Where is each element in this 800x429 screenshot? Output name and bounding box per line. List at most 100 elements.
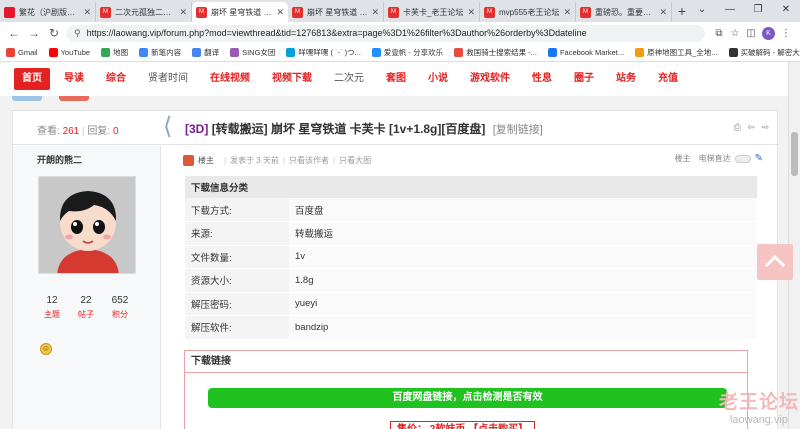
nav-item[interactable]: 首页 — [14, 68, 50, 90]
nav-item[interactable]: 性息 — [524, 68, 560, 90]
author-name[interactable]: 开朗的熊二 — [37, 153, 82, 166]
tab-close-icon[interactable]: ✕ — [371, 7, 379, 18]
nav-item[interactable]: 二次元 — [326, 68, 372, 90]
profile-avatar[interactable]: K — [762, 26, 775, 40]
bookmark-item[interactable]: 原神地图工具_全地... — [635, 47, 718, 58]
bookmark-item[interactable]: 翻译 — [192, 47, 219, 58]
author-stat-value: 22 — [80, 295, 92, 306]
forward-icon[interactable]: → — [26, 26, 42, 40]
translate-icon[interactable]: ⧉ — [711, 28, 727, 39]
nav-item[interactable]: 充值 — [650, 68, 686, 90]
medal-icon[interactable]: ☺ — [40, 343, 52, 355]
author-stat[interactable]: 12 主题 — [35, 295, 69, 320]
watermark-line1: 老王论坛 — [719, 392, 800, 413]
bookmark-item[interactable]: Gmail — [6, 48, 38, 57]
scrollbar-thumb[interactable] — [791, 132, 798, 176]
tab-close-icon[interactable]: ✕ — [563, 7, 571, 18]
bookmark-item[interactable]: 咩嘿咩嘿 ( ˙-˙ )つ... — [286, 47, 361, 58]
avatar[interactable] — [38, 176, 136, 274]
info-value: bandzip — [289, 315, 757, 340]
thread-title-text: [转载搬运] 崩坏 星穹铁道 卡芙卡 [1v+1.8g][百度盘] — [211, 122, 486, 136]
browser-tab[interactable]: Mmvp555老王论坛 ✕ — [480, 2, 576, 22]
bookmark-label: 地图 — [113, 48, 129, 57]
sub-button-blue[interactable] — [12, 96, 42, 101]
nav-item[interactable]: 在线视频 — [202, 68, 258, 90]
reload-icon[interactable]: ↻ — [46, 26, 62, 40]
author-stat-label: 帖子 — [78, 310, 94, 319]
floor-jump-input[interactable] — [734, 154, 751, 163]
close-window-button[interactable]: ✕ — [772, 0, 800, 22]
menu-icon[interactable]: ⋮ — [778, 28, 794, 39]
nav-item[interactable]: 游戏软件 — [462, 68, 518, 90]
avatar-image — [39, 177, 135, 273]
site-watermark: 老王论坛 laowang.vip — [719, 387, 799, 426]
back-to-top-button[interactable] — [757, 244, 793, 280]
tab-close-icon[interactable]: ✕ — [659, 7, 667, 18]
browser-tab[interactable]: M 崩坏 星穹铁道 卡芙卡✕ — [192, 2, 288, 22]
nav-item[interactable]: 视频下载 — [264, 68, 320, 90]
tab-title: 二次元孤独二次元方 — [115, 7, 177, 17]
tab-search-icon[interactable]: ⌄ — [688, 0, 716, 22]
browser-tab-strip: 繁花（沪剧版）20✕M二次元孤独二次元方✕M崩坏 星穹铁道 卡芙卡✕M崩坏 星穹… — [0, 0, 800, 22]
copy-link[interactable]: [复制链接] — [493, 124, 543, 136]
only-author-link[interactable]: 只看该作者 — [289, 155, 329, 166]
info-row: 文件数量: 1v — [185, 245, 757, 269]
bookmark-label: 翻译 — [204, 48, 220, 57]
tab-close-icon[interactable]: ✕ — [467, 7, 475, 18]
browser-tab[interactable]: 繁花（沪剧版）20 ✕ — [0, 2, 96, 22]
author-stat[interactable]: 22 帖子 — [69, 295, 103, 320]
site-info-icon[interactable]: ⚲ — [74, 28, 81, 39]
browser-tab[interactable]: M 卡芙卡_老王论坛 ✕ — [384, 2, 480, 22]
sub-button-red[interactable] — [59, 96, 89, 101]
prev-thread-icon[interactable]: ⇦ — [747, 122, 755, 132]
bookmark-star-icon[interactable]: ☆ — [727, 28, 743, 39]
browser-tab[interactable]: M 二次元孤独二次元方✕ — [96, 2, 192, 22]
thread-title: [3D] [转载搬运] 崩坏 星穹铁道 卡芙卡 [1v+1.8g][百度盘] [… — [185, 120, 543, 137]
nav-item[interactable]: 小说 — [420, 68, 456, 90]
bookmark-item[interactable]: 救国骑士搜索结果 -... — [454, 47, 537, 58]
tab-title: 崩坏 星穹铁道 卡芙卡 — [307, 7, 369, 17]
bookmark-item[interactable]: 新笔内容 — [139, 47, 181, 58]
info-value: 百度盘 — [289, 198, 757, 222]
browser-tab[interactable]: M 崩坏 星穹铁道 卡芙卡✕ — [288, 2, 384, 22]
nav-item[interactable]: 导读 — [56, 68, 92, 90]
browser-tab[interactable]: M 重磅恐。重要资源_6✕ — [576, 2, 672, 22]
nav-item[interactable]: 站务 — [608, 68, 644, 90]
edit-icon[interactable]: ✎ — [755, 153, 763, 164]
print-icon[interactable]: ⎙ — [734, 122, 741, 132]
tab-close-icon[interactable]: ✕ — [83, 7, 91, 18]
views-count: 261 — [62, 126, 80, 137]
bookmark-item[interactable]: SING女团 — [230, 47, 275, 58]
bookmark-item[interactable]: 爱壹帆 - 分享欢乐 — [371, 47, 443, 58]
nav-item[interactable]: 贤者时间 — [140, 68, 196, 90]
minimize-button[interactable]: — — [716, 0, 744, 22]
bookmark-item[interactable]: Facebook Market... — [547, 48, 624, 57]
site-navigation: 首页 导读 综合 贤者时间 在线视频 视频下载 二次元 套图 小说 游戏软件 性息 圈子 站务 充值 — [0, 62, 800, 96]
address-bar[interactable]: ⚲ https://laowang.vip/forum.php?mod=view… — [66, 24, 705, 42]
nav-item[interactable]: 综合 — [98, 68, 134, 90]
tab-close-icon[interactable]: ✕ — [276, 7, 284, 18]
price-buy-button[interactable]: 售价： 2软妹币 【点击购买】 — [390, 421, 536, 429]
author-stat[interactable]: 652 积分 — [103, 295, 137, 320]
nav-item[interactable]: 套图 — [378, 68, 414, 90]
bookmark-item[interactable]: YouTube — [48, 48, 90, 57]
large-image-link[interactable]: 只看大图 — [339, 155, 371, 166]
extensions-icon[interactable]: ◫ — [743, 28, 759, 39]
elevator-link[interactable]: 电梯直达 — [699, 153, 731, 164]
restore-button[interactable]: ❐ — [744, 0, 772, 22]
bookmark-item[interactable]: 买破解码 - 解密大... — [728, 47, 800, 58]
bookmark-item[interactable]: 地图 — [101, 47, 128, 58]
next-thread-icon[interactable]: ⇨ — [761, 122, 769, 132]
sub-bar — [0, 96, 800, 106]
tab-close-icon[interactable]: ✕ — [179, 7, 187, 18]
info-key: 资源大小: — [185, 268, 289, 293]
bookmark-favicon-icon — [230, 48, 240, 57]
info-row: 解压软件: bandzip — [185, 315, 757, 340]
author-stat-value: 12 — [46, 295, 58, 306]
info-key: 解压软件: — [185, 315, 289, 340]
back-icon[interactable]: ← — [6, 26, 22, 40]
thread-tag[interactable]: [3D] — [185, 122, 208, 136]
nav-item[interactable]: 圈子 — [566, 68, 602, 90]
info-row: 解压密码: yueyi — [185, 292, 757, 316]
baidu-link-button[interactable]: 百度网盘链接，点击检测是否有效 — [208, 388, 727, 408]
